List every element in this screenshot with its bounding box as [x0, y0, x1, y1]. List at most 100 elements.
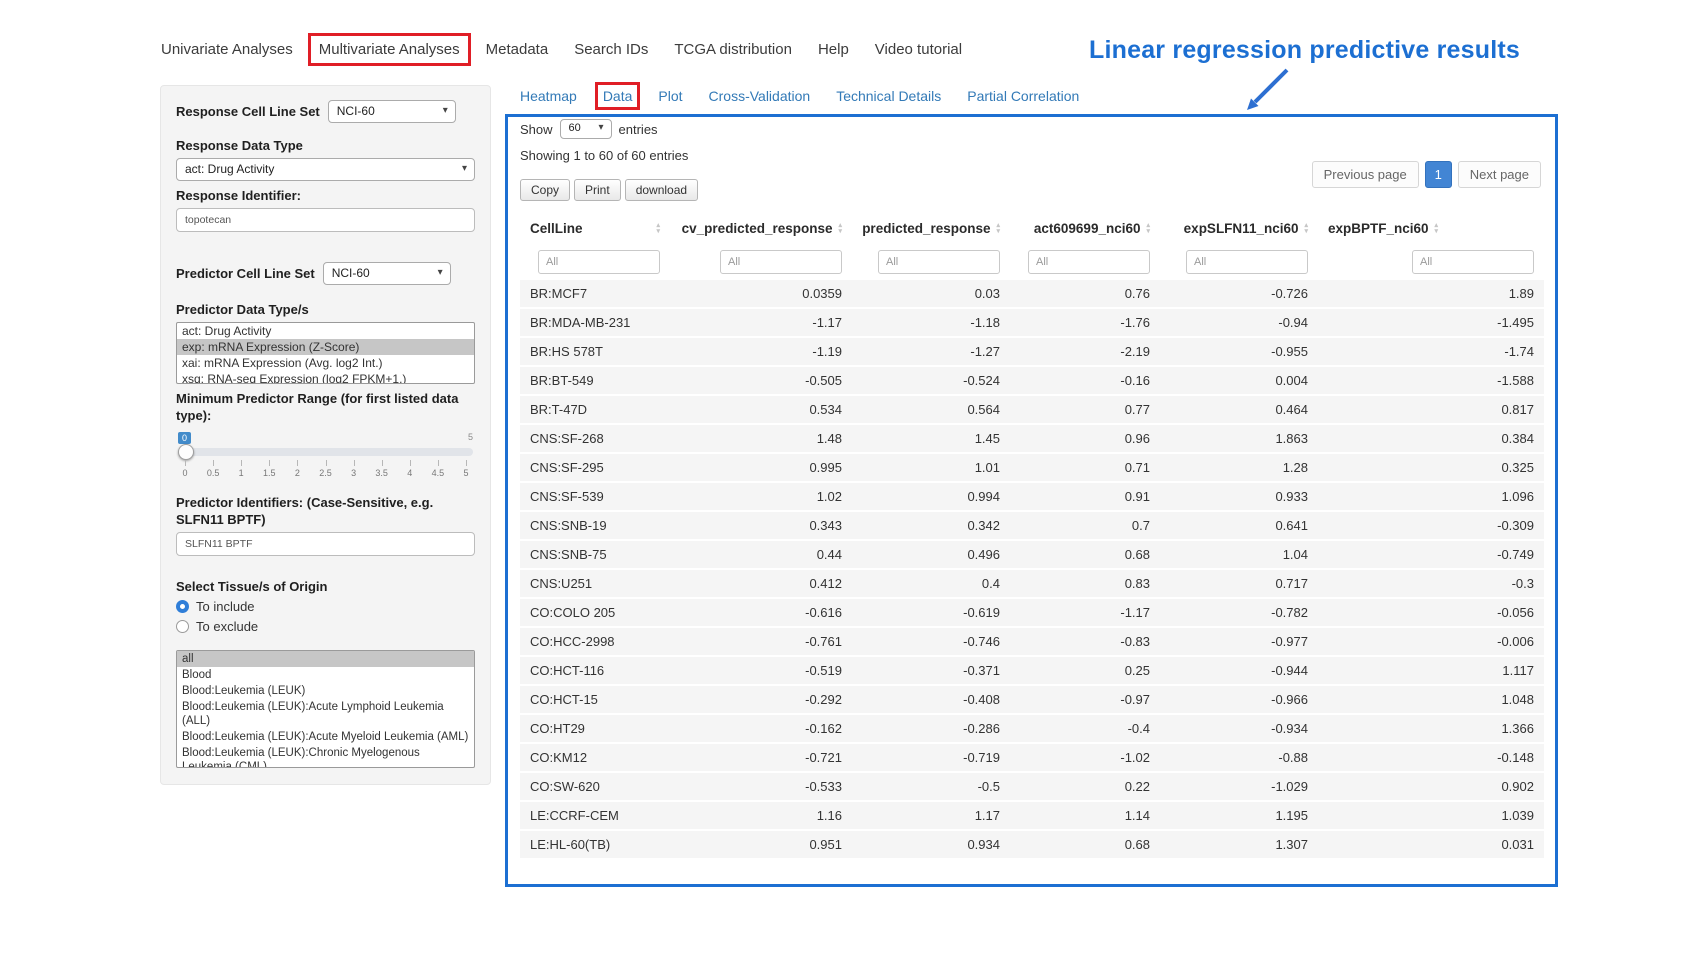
table-row[interactable]: LE:HL-60(TB)0.9510.9340.681.3070.031 [520, 830, 1544, 859]
column-header[interactable]: expBPTF_nci60▴▾ [1318, 213, 1544, 244]
radio-icon[interactable] [176, 600, 189, 613]
table-row[interactable]: CNS:SF-2950.9951.010.711.280.325 [520, 453, 1544, 482]
next-page-button[interactable]: Next page [1458, 161, 1541, 188]
column-header[interactable]: act609699_nci60▴▾ [1010, 213, 1160, 244]
slider-tick [185, 460, 186, 466]
nav-item[interactable]: Multivariate Analyses [308, 33, 471, 66]
table-row[interactable]: BR:HS 578T-1.19-1.27-2.19-0.955-1.74 [520, 337, 1544, 366]
tissue-option[interactable]: all [177, 651, 474, 667]
response-data-type-select[interactable]: act: Drug Activity [176, 158, 475, 181]
column-filter-input[interactable] [538, 250, 660, 274]
min-predictor-range-slider[interactable]: 0 5 00.511.522.533.544.55 [178, 432, 473, 486]
tab-partial-correlation[interactable]: Partial Correlation [959, 82, 1087, 110]
tissue-option[interactable]: Blood:Leukemia (LEUK) [177, 683, 474, 699]
nav-item[interactable]: Search IDs [563, 33, 659, 66]
table-row[interactable]: CNS:SF-5391.020.9940.910.9331.096 [520, 482, 1544, 511]
tissue-option[interactable]: Blood:Leukemia (LEUK):Acute Myeloid Leuk… [177, 729, 474, 745]
sort-icon[interactable]: ▴▾ [996, 223, 1000, 234]
table-row[interactable]: CNS:SNB-750.440.4960.681.04-0.749 [520, 540, 1544, 569]
tissue-option[interactable]: Blood:Leukemia (LEUK):Chronic Myelogenou… [177, 745, 474, 768]
tissue-option[interactable]: Blood [177, 667, 474, 683]
value-cell: 0.7 [1010, 511, 1160, 540]
sort-icon[interactable]: ▴▾ [656, 223, 660, 234]
column-header[interactable]: CellLine▴▾ [520, 213, 670, 244]
predictor-datatype-list[interactable]: act: Drug Activityexp: mRNA Expression (… [176, 322, 475, 384]
column-header-inner: expBPTF_nci60▴▾ [1328, 221, 1534, 236]
table-row[interactable]: CNS:SNB-190.3430.3420.70.641-0.309 [520, 511, 1544, 540]
previous-page-button[interactable]: Previous page [1312, 161, 1419, 188]
sort-icon[interactable]: ▴▾ [838, 223, 842, 234]
column-filter-input[interactable] [1412, 250, 1534, 274]
predictor-datatype-option[interactable]: xai: mRNA Expression (Avg. log2 Int.) [177, 355, 474, 371]
tab-cross-validation[interactable]: Cross-Validation [701, 82, 819, 110]
predictor-datatype-option[interactable]: xsq: RNA-seq Expression (log2 FPKM+1.) [177, 371, 474, 384]
value-cell: 0.25 [1010, 656, 1160, 685]
predictor-datatype-option[interactable]: exp: mRNA Expression (Z-Score) [177, 339, 474, 355]
current-page-button[interactable]: 1 [1425, 161, 1452, 188]
show-entries-select[interactable]: 60 [560, 119, 612, 139]
value-cell: -0.286 [852, 714, 1010, 743]
table-body: BR:MCF70.03590.030.76-0.7261.89BR:MDA-MB… [520, 280, 1544, 859]
slider-handle[interactable] [178, 444, 194, 460]
predictor-cell-line-set-select[interactable]: NCI-60 [323, 262, 451, 285]
value-cell: 1.117 [1318, 656, 1544, 685]
sort-icon[interactable]: ▴▾ [1434, 223, 1438, 234]
nav-item[interactable]: Univariate Analyses [150, 33, 304, 66]
print-button[interactable]: Print [574, 179, 621, 201]
algorithm-select[interactable]: Linear Regression [245, 784, 371, 785]
table-row[interactable]: CNS:SF-2681.481.450.961.8630.384 [520, 424, 1544, 453]
tissue-list[interactable]: allBloodBlood:Leukemia (LEUK)Blood:Leuke… [176, 650, 475, 768]
table-row[interactable]: BR:MDA-MB-231-1.17-1.18-1.76-0.94-1.495 [520, 308, 1544, 337]
radio-icon[interactable] [176, 620, 189, 633]
sort-down-icon: ▾ [1146, 229, 1150, 235]
cell-line-cell: CO:HT29 [520, 714, 670, 743]
column-header[interactable]: expSLFN11_nci60 ▴▾ [1160, 213, 1318, 244]
table-row[interactable]: CO:HCC-2998-0.761-0.746-0.83-0.977-0.006 [520, 627, 1544, 656]
tab-data[interactable]: Data [595, 82, 641, 110]
column-filter-input[interactable] [878, 250, 1000, 274]
column-label: expSLFN11_nci60 [1184, 221, 1299, 236]
table-row[interactable]: CO:SW-620-0.533-0.50.22-1.0290.902 [520, 772, 1544, 801]
table-row[interactable]: LE:CCRF-CEM1.161.171.141.1951.039 [520, 801, 1544, 830]
response-cell-line-set-select[interactable]: NCI-60 [328, 100, 456, 123]
tissue-include-label: To include [196, 599, 255, 614]
tissue-include-radio[interactable]: To include [176, 599, 475, 614]
table-row[interactable]: BR:MCF70.03590.030.76-0.7261.89 [520, 280, 1544, 308]
nav-item[interactable]: Video tutorial [864, 33, 973, 66]
tab-heatmap[interactable]: Heatmap [512, 82, 585, 110]
sort-icon[interactable]: ▴▾ [1146, 223, 1150, 234]
column-filter-input[interactable] [1028, 250, 1150, 274]
table-row[interactable]: BR:BT-549-0.505-0.524-0.160.004-1.588 [520, 366, 1544, 395]
nav-item[interactable]: TCGA distribution [663, 33, 803, 66]
tissue-exclude-radio[interactable]: To exclude [176, 619, 475, 634]
tab-technical-details[interactable]: Technical Details [828, 82, 949, 110]
column-filter-input[interactable] [720, 250, 842, 274]
predictor-identifiers-input[interactable] [176, 532, 475, 556]
table-row[interactable]: CO:HCT-15-0.292-0.408-0.97-0.9661.048 [520, 685, 1544, 714]
sort-down-icon: ▾ [656, 229, 660, 235]
table-row[interactable]: CO:COLO 205-0.616-0.619-1.17-0.782-0.056 [520, 598, 1544, 627]
value-cell: -2.19 [1010, 337, 1160, 366]
response-identifier-label: Response Identifier: [176, 187, 475, 204]
nav-item[interactable]: Help [807, 33, 860, 66]
annotation-arrow-icon [1235, 66, 1297, 118]
column-filter-input[interactable] [1186, 250, 1308, 274]
column-header[interactable]: cv_predicted_response▴▾ [670, 213, 852, 244]
nav-item[interactable]: Metadata [475, 33, 560, 66]
table-row[interactable]: CO:HCT-116-0.519-0.3710.25-0.9441.117 [520, 656, 1544, 685]
cell-line-cell: CO:HCC-2998 [520, 627, 670, 656]
sort-icon[interactable]: ▴▾ [1304, 223, 1308, 234]
column-header[interactable]: predicted_response▴▾ [852, 213, 1010, 244]
download-button[interactable]: download [625, 179, 698, 201]
copy-button[interactable]: Copy [520, 179, 570, 201]
table-row[interactable]: CO:HT29-0.162-0.286-0.4-0.9341.366 [520, 714, 1544, 743]
table-row[interactable]: CNS:U2510.4120.40.830.717-0.3 [520, 569, 1544, 598]
tab-plot[interactable]: Plot [650, 82, 690, 110]
response-identifier-input[interactable] [176, 208, 475, 232]
slider-track[interactable] [178, 448, 473, 456]
table-row[interactable]: BR:T-47D0.5340.5640.770.4640.817 [520, 395, 1544, 424]
table-row[interactable]: CO:KM12-0.721-0.719-1.02-0.88-0.148 [520, 743, 1544, 772]
slider-tick [354, 460, 355, 466]
tissue-option[interactable]: Blood:Leukemia (LEUK):Acute Lymphoid Leu… [177, 699, 474, 729]
predictor-datatype-option[interactable]: act: Drug Activity [177, 323, 474, 339]
